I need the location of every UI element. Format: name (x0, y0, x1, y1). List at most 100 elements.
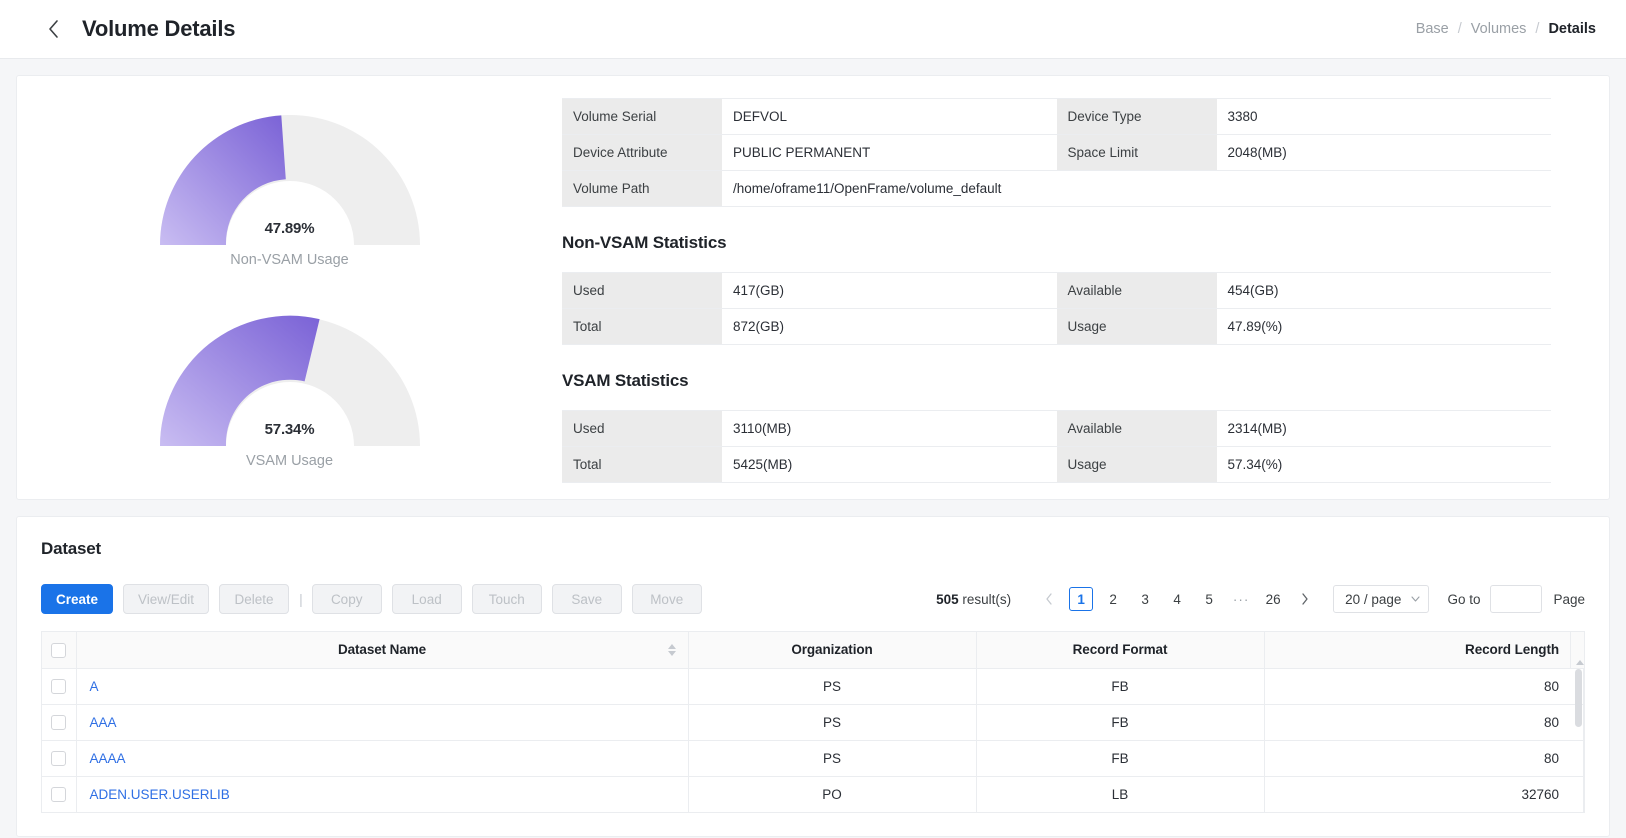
row-checkbox-cell (42, 776, 76, 812)
toolbar-separator: | (299, 591, 303, 607)
cell-organization: PO (688, 776, 976, 812)
row-checkbox[interactable] (51, 751, 66, 766)
value-vsam-used: 3110(MB) (722, 411, 1057, 447)
label-space-limit: Space Limit (1057, 135, 1217, 171)
dataset-grid-body: A PS FB 80 AAA PS FB 80 AAAA PS FB (42, 668, 1584, 812)
page-size-select[interactable]: 20 / page (1333, 585, 1429, 613)
label-vsam-usage: Usage (1057, 447, 1217, 483)
label-volume-path: Volume Path (562, 171, 722, 207)
row-checkbox[interactable] (51, 715, 66, 730)
column-header-dataset-name[interactable]: Dataset Name (76, 632, 688, 668)
result-count: 505 result(s) (936, 592, 1011, 607)
value-volume-serial: DEFVOL (722, 99, 1057, 135)
touch-button[interactable]: Touch (472, 584, 542, 614)
result-count-label: result(s) (962, 592, 1011, 607)
chevron-right-icon (1301, 593, 1309, 605)
label-nonvsam-usage: Usage (1057, 309, 1217, 345)
sort-dataset-name-icon[interactable] (668, 644, 676, 656)
table-row[interactable]: AAA PS FB 80 (42, 704, 1584, 740)
scrollbar-thumb[interactable] (1575, 669, 1582, 727)
create-button[interactable]: Create (41, 584, 113, 614)
dataset-title: Dataset (41, 539, 1585, 559)
cell-record-format: LB (976, 776, 1264, 812)
non-vsam-statistics-table: Used 417(GB) Available 454(GB) Total 872… (562, 272, 1551, 345)
row-checkbox-cell (42, 668, 76, 704)
dataset-toolbar: Create View/Edit Delete | Copy Load Touc… (41, 584, 1585, 614)
dataset-name-link[interactable]: ADEN.USER.USERLIB (90, 787, 230, 802)
dataset-name-link[interactable]: AAA (90, 715, 117, 730)
goto-page-input[interactable] (1490, 585, 1542, 613)
page-header: Volume Details Base / Volumes / Details (0, 0, 1626, 59)
copy-button[interactable]: Copy (312, 584, 382, 614)
pagination-page-2[interactable]: 2 (1101, 587, 1125, 611)
vsam-statistics-table: Used 3110(MB) Available 2314(MB) Total 5… (562, 410, 1551, 483)
select-all-checkbox[interactable] (51, 643, 66, 658)
breadcrumb-separator: / (1458, 21, 1462, 37)
pagination-prev[interactable] (1037, 587, 1061, 611)
label-device-attribute: Device Attribute (562, 135, 722, 171)
pagination-page-last[interactable]: 26 (1261, 587, 1285, 611)
label-vsam-total: Total (562, 447, 722, 483)
breadcrumb-separator: / (1535, 21, 1539, 37)
value-device-attribute: PUBLIC PERMANENT (722, 135, 1057, 171)
dataset-name-link[interactable]: AAAA (90, 751, 126, 766)
volume-info-table: Volume Serial DEFVOL Device Type 3380 De… (562, 98, 1551, 207)
breadcrumb-item-volumes[interactable]: Volumes (1471, 21, 1527, 37)
cell-record-format: FB (976, 740, 1264, 776)
pagination-page-3[interactable]: 3 (1133, 587, 1157, 611)
load-button[interactable]: Load (392, 584, 462, 614)
pagination-ellipsis[interactable]: ··· (1229, 587, 1253, 611)
cell-organization: PS (688, 704, 976, 740)
column-header-record-format: Record Format (976, 632, 1264, 668)
usage-gauges: 47.89% Non-VSAM Usage 57.34% (17, 88, 562, 499)
delete-button[interactable]: Delete (219, 584, 289, 614)
cell-record-format: FB (976, 668, 1264, 704)
row-checkbox-cell (42, 704, 76, 740)
row-checkbox[interactable] (51, 787, 66, 802)
table-row: Total 5425(MB) Usage 57.34(%) (562, 447, 1551, 483)
column-header-organization: Organization (688, 632, 976, 668)
row-checkbox[interactable] (51, 679, 66, 694)
gauge-vsam-value: 57.34% (160, 421, 420, 438)
breadcrumb-item-base[interactable]: Base (1416, 21, 1449, 37)
table-row: Device Attribute PUBLIC PERMANENT Space … (562, 135, 1551, 171)
label-device-type: Device Type (1057, 99, 1217, 135)
gauge-vsam: 57.34% VSAM Usage (160, 303, 420, 498)
cell-record-length: 80 (1264, 704, 1584, 740)
gauge-vsam-label: VSAM Usage (160, 453, 420, 469)
page-title: Volume Details (82, 16, 235, 42)
row-checkbox-cell (42, 740, 76, 776)
move-button[interactable]: Move (632, 584, 702, 614)
chevron-left-icon (1045, 593, 1053, 605)
table-row[interactable]: AAAA PS FB 80 (42, 740, 1584, 776)
pagination-page-1[interactable]: 1 (1069, 587, 1093, 611)
value-nonvsam-used: 417(GB) (722, 273, 1057, 309)
label-nonvsam-total: Total (562, 309, 722, 345)
save-button[interactable]: Save (552, 584, 622, 614)
pagination: 505 result(s) 1 2 3 4 5 ··· 26 20 / page… (936, 585, 1585, 613)
dataset-grid-header: Dataset Name Organization Record Format … (42, 632, 1584, 668)
label-nonvsam-available: Available (1057, 273, 1217, 309)
cell-organization: PS (688, 740, 976, 776)
pagination-next[interactable] (1293, 587, 1317, 611)
table-vertical-scrollbar[interactable] (1575, 669, 1582, 811)
cell-record-length: 80 (1264, 668, 1584, 704)
dataset-name-link[interactable]: A (90, 679, 99, 694)
pagination-page-4[interactable]: 4 (1165, 587, 1189, 611)
pagination-page-5[interactable]: 5 (1197, 587, 1221, 611)
scroll-up-arrow-icon[interactable] (1576, 660, 1584, 665)
value-nonvsam-available: 454(GB) (1217, 273, 1552, 309)
value-nonvsam-total: 872(GB) (722, 309, 1057, 345)
table-row[interactable]: ADEN.USER.USERLIB PO LB 32760 (42, 776, 1584, 812)
view-edit-button[interactable]: View/Edit (123, 584, 209, 614)
volume-statistics: Volume Serial DEFVOL Device Type 3380 De… (562, 88, 1609, 499)
back-button[interactable] (40, 16, 66, 42)
section-title-vsam: VSAM Statistics (562, 371, 1551, 391)
table-row: Total 872(GB) Usage 47.89(%) (562, 309, 1551, 345)
table-row: Used 3110(MB) Available 2314(MB) (562, 411, 1551, 447)
dataset-table: Dataset Name Organization Record Format … (41, 631, 1585, 813)
cell-organization: PS (688, 668, 976, 704)
table-row: Volume Serial DEFVOL Device Type 3380 (562, 99, 1551, 135)
dataset-grid: Dataset Name Organization Record Format … (42, 632, 1584, 813)
table-row[interactable]: A PS FB 80 (42, 668, 1584, 704)
